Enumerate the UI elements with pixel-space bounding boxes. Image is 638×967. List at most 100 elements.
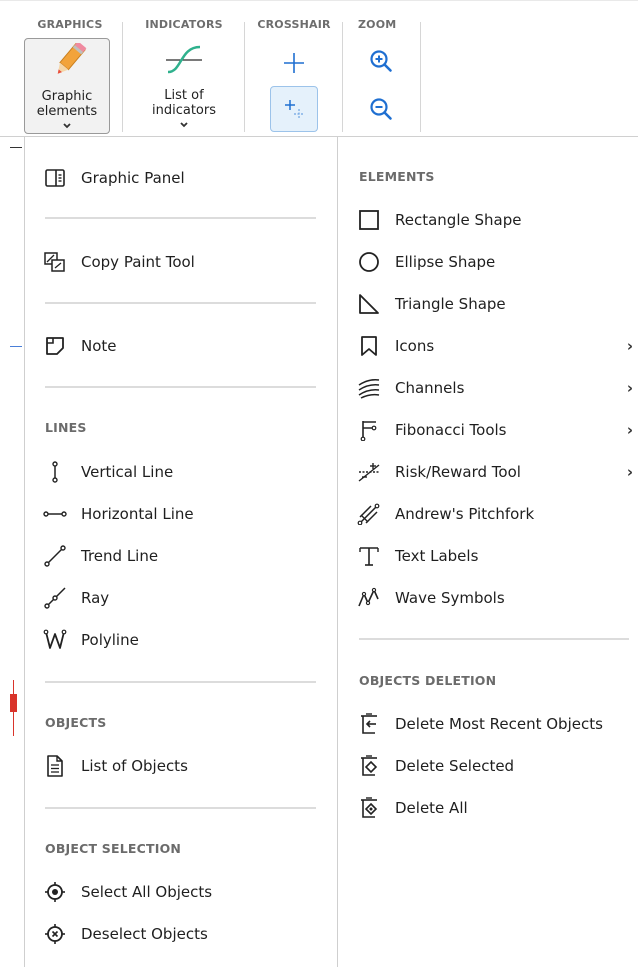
menu-item-vertical-line[interactable]: Vertical Line [43, 457, 173, 487]
menu-item-text-labels[interactable]: Text Labels [357, 541, 633, 571]
menu-item-label: Text Labels [395, 547, 479, 565]
list-of-indicators-label-1: List of [164, 88, 204, 103]
menu-item-label: Polyline [81, 631, 139, 649]
chart-line-fragment [10, 147, 22, 148]
menu-item-label: Ray [81, 589, 110, 607]
chevron-down-icon [63, 123, 71, 129]
menu-item-copy-paint-tool[interactable]: Copy Paint Tool [43, 247, 195, 277]
crosshair-snap-button[interactable] [270, 86, 318, 132]
menu-item-label: Delete Most Recent Objects [395, 715, 603, 733]
rectangle-icon [357, 208, 381, 232]
menu-item-channels[interactable]: Channels › [357, 373, 633, 403]
menu-item-risk-reward-tool[interactable]: Risk/Reward Tool › [357, 457, 633, 487]
text-icon [357, 544, 381, 568]
graphics-group-title: GRAPHICS [37, 18, 103, 31]
menu-item-label: Note [81, 337, 117, 355]
list-of-indicators-label-2: indicators [152, 103, 216, 118]
graphic-elements-label-1: Graphic [41, 89, 93, 104]
ellipse-icon [357, 250, 381, 274]
menu-item-label: Trend Line [81, 547, 159, 565]
crosshair-button[interactable] [277, 46, 311, 80]
graphics-group: GRAPHICS Graphic elements [20, 0, 120, 136]
wave-symbols-icon [357, 586, 381, 610]
menu-item-trend-line[interactable]: Trend Line [43, 541, 158, 571]
group-separator [342, 22, 343, 132]
copy-paint-icon [43, 250, 67, 274]
zoom-group-title: ZOOM [358, 18, 397, 31]
pencil-icon [57, 43, 87, 74]
chevron-down-icon [180, 122, 188, 128]
menu-item-triangle-shape[interactable]: Triangle Shape [357, 289, 633, 319]
bookmark-icon [357, 334, 381, 358]
menu-divider [45, 807, 316, 809]
select-target-icon [43, 880, 67, 904]
crosshair-icon [284, 53, 304, 73]
menu-item-label: Ellipse Shape [395, 253, 496, 271]
crosshair-snap-icon [285, 100, 304, 119]
indicators-group-title: INDICATORS [145, 18, 223, 31]
section-header-objects-deletion: OBJECTS DELETION [359, 673, 497, 688]
ribbon-toolbar: GRAPHICS Graphic elements INDICATORS Lis… [0, 0, 638, 137]
menu-divider [45, 681, 316, 683]
menu-item-select-all-objects[interactable]: Select All Objects [43, 877, 212, 907]
trend-line-icon [43, 544, 67, 568]
menu-item-fibonacci-tools[interactable]: Fibonacci Tools › [357, 415, 633, 445]
menu-item-label: List of Objects [81, 757, 188, 775]
menu-item-delete-selected[interactable]: Delete Selected [357, 751, 633, 781]
menu-item-label: Graphic Panel [81, 169, 185, 187]
menu-item-rectangle-shape[interactable]: Rectangle Shape [357, 205, 633, 235]
zoom-out-button[interactable] [364, 92, 398, 126]
note-icon [43, 334, 67, 358]
menu-divider [359, 638, 629, 640]
menu-item-list-of-objects[interactable]: List of Objects [43, 751, 188, 781]
submenu-arrow-icon: › [626, 379, 633, 397]
menu-item-deselect-objects[interactable]: Deselect Objects [43, 919, 208, 949]
submenu-arrow-icon: › [626, 421, 633, 439]
polyline-icon [43, 628, 67, 652]
menu-item-label: Delete Selected [395, 757, 515, 775]
menu-item-label: Andrew's Pitchfork [395, 505, 535, 523]
menu-item-label: Delete All [395, 799, 468, 817]
graphic-elements-button[interactable]: Graphic elements [24, 38, 110, 134]
menu-divider [45, 217, 316, 219]
menu-item-ray[interactable]: Ray [43, 583, 109, 613]
risk-reward-icon [357, 460, 381, 484]
graphic-elements-menu: Graphic Panel Copy Paint Tool Note LINES… [24, 137, 638, 967]
list-of-indicators-button[interactable]: List of indicators [144, 38, 224, 134]
menu-item-delete-all[interactable]: Delete All [357, 793, 633, 823]
menu-item-polyline[interactable]: Polyline [43, 625, 139, 655]
delete-selected-icon [357, 754, 381, 778]
triangle-icon [357, 292, 381, 316]
section-header-lines: LINES [45, 420, 87, 435]
menu-item-wave-symbols[interactable]: Wave Symbols [357, 583, 633, 613]
graphic-elements-label-2: elements [36, 104, 98, 119]
menu-divider [45, 386, 316, 388]
menu-item-label: Triangle Shape [395, 295, 506, 313]
menu-item-icons[interactable]: Icons › [357, 331, 633, 361]
channels-icon [357, 376, 381, 400]
menu-item-label: Copy Paint Tool [81, 253, 195, 271]
document-list-icon [43, 754, 67, 778]
menu-item-horizontal-line[interactable]: Horizontal Line [43, 499, 194, 529]
pitchfork-icon [357, 502, 381, 526]
menu-item-ellipse-shape[interactable]: Ellipse Shape [357, 247, 633, 277]
menu-item-andrews-pitchfork[interactable]: Andrew's Pitchfork [357, 499, 633, 529]
zoom-in-icon [370, 50, 392, 72]
menu-item-graphic-panel[interactable]: Graphic Panel [43, 163, 185, 193]
menu-item-label: Select All Objects [81, 883, 213, 901]
fibonacci-icon [357, 418, 381, 442]
section-header-elements: ELEMENTS [359, 169, 435, 184]
menu-item-label: Icons [395, 337, 435, 355]
zoom-group: ZOOM [344, 0, 420, 136]
menu-item-note[interactable]: Note [43, 331, 117, 361]
delete-recent-icon [357, 712, 381, 736]
horizontal-line-icon [43, 502, 67, 526]
menu-item-delete-most-recent[interactable]: Delete Most Recent Objects [357, 709, 633, 739]
section-header-objects: OBJECTS [45, 715, 107, 730]
menu-item-label: Deselect Objects [81, 925, 208, 943]
indicator-curve-icon [166, 45, 202, 74]
zoom-in-button[interactable] [364, 44, 398, 78]
group-separator [420, 22, 421, 132]
menu-item-label: Rectangle Shape [395, 211, 522, 229]
zoom-out-icon [370, 98, 392, 120]
